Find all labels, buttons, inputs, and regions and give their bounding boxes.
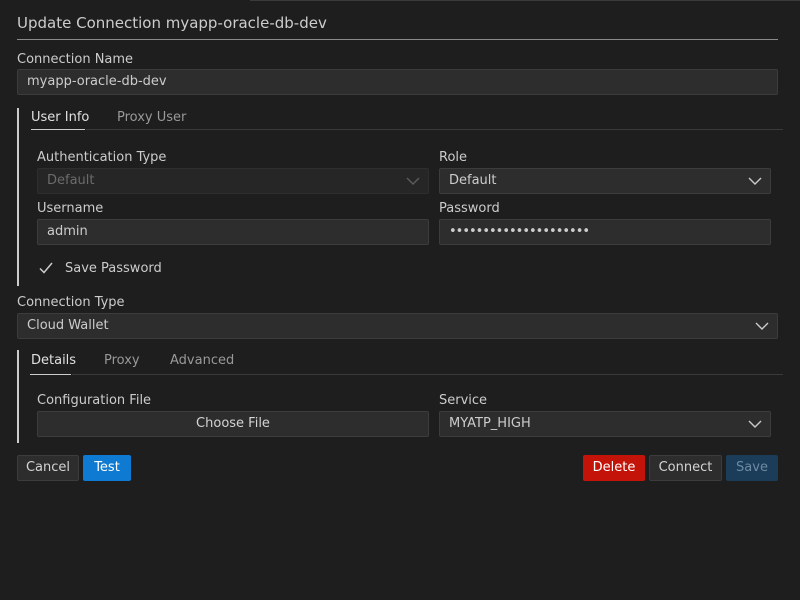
connection-name-label: Connection Name: [17, 52, 134, 67]
tab-proxy-user[interactable]: Proxy User: [117, 110, 186, 125]
tab-details-underline: [30, 374, 71, 375]
chevron-down-icon: [406, 177, 420, 185]
save-button[interactable]: Save: [726, 455, 778, 481]
service-select[interactable]: MYATP_HIGH: [439, 411, 771, 437]
connection-type-value: Cloud Wallet: [27, 318, 109, 333]
connect-button[interactable]: Connect: [649, 455, 722, 481]
tab-proxy[interactable]: Proxy: [104, 353, 140, 368]
tab-user-info[interactable]: User Info: [31, 110, 89, 125]
role-value: Default: [449, 173, 497, 188]
tab-user-info-underline: [31, 129, 85, 130]
test-button[interactable]: Test: [83, 455, 131, 481]
chevron-down-icon: [755, 322, 769, 330]
chevron-down-icon: [748, 420, 762, 428]
password-input[interactable]: •••••••••••••••••••••: [439, 219, 771, 245]
tab-advanced[interactable]: Advanced: [170, 353, 234, 368]
title-divider: [17, 39, 778, 40]
window-top-border: [250, 0, 800, 1]
connection-type-label: Connection Type: [17, 295, 125, 310]
connection-name-input[interactable]: myapp-oracle-db-dev: [17, 69, 778, 95]
role-label: Role: [439, 150, 468, 165]
user-tabs-divider: [86, 129, 783, 130]
role-select[interactable]: Default: [439, 168, 771, 194]
cancel-button[interactable]: Cancel: [17, 455, 79, 481]
username-label: Username: [37, 201, 104, 216]
service-label: Service: [439, 393, 488, 408]
save-password-label: Save Password: [65, 261, 162, 276]
save-password-checkbox[interactable]: [37, 259, 55, 277]
auth-type-value: Default: [47, 173, 95, 188]
choose-file-button[interactable]: Choose File: [37, 411, 429, 437]
details-section-bracket: [17, 350, 19, 443]
chevron-down-icon: [748, 177, 762, 185]
auth-type-label: Authentication Type: [37, 150, 167, 165]
tab-details[interactable]: Details: [31, 353, 76, 368]
user-section-bracket: [17, 108, 19, 286]
dialog-title: Update Connection myapp-oracle-db-dev: [17, 14, 327, 32]
delete-button[interactable]: Delete: [583, 455, 645, 481]
checkmark-icon: [39, 262, 53, 274]
service-value: MYATP_HIGH: [449, 416, 531, 431]
auth-type-select[interactable]: Default: [37, 168, 429, 194]
config-file-label: Configuration File: [37, 393, 152, 408]
details-tabs-divider: [72, 374, 783, 375]
password-label: Password: [439, 201, 500, 216]
username-input[interactable]: admin: [37, 219, 429, 245]
connection-type-select[interactable]: Cloud Wallet: [17, 313, 778, 339]
